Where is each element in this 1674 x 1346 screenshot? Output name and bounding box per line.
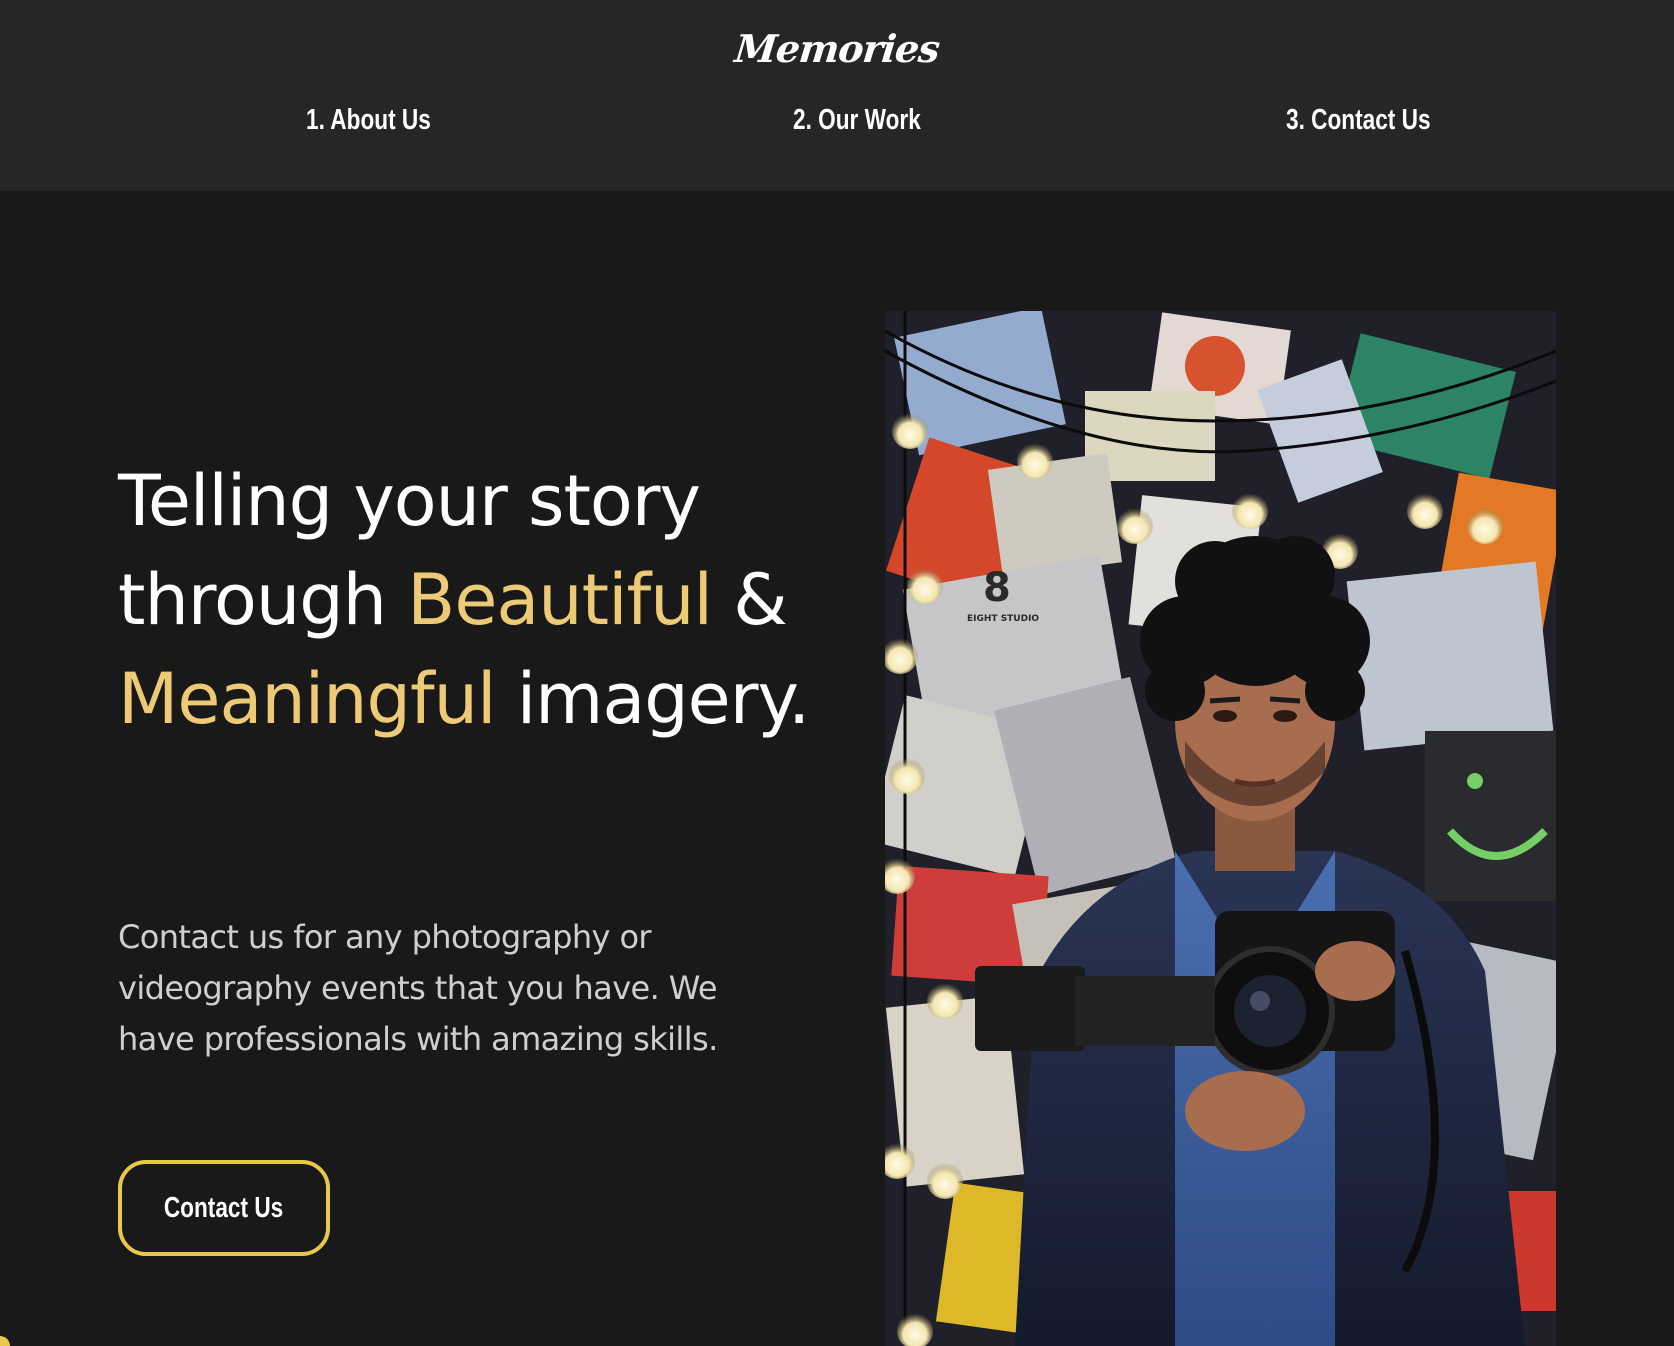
site-header: Memories 1. About Us 2. Our Work 3. Cont…: [0, 0, 1674, 191]
nav-link-about-us[interactable]: 1. About Us: [306, 104, 431, 137]
hero-description: Contact us for any photography or videog…: [118, 918, 718, 1058]
hero-title-accent-beautiful: Beautiful: [407, 559, 713, 641]
corner-accent: [0, 1336, 10, 1346]
contact-us-button[interactable]: Contact Us: [118, 1160, 330, 1256]
hero-title-text: &: [712, 559, 788, 641]
hero-photo: 8 EIGHT STUDIO: [885, 311, 1556, 1346]
nav-link-contact-us[interactable]: 3. Contact Us: [1286, 104, 1431, 137]
page: Memories 1. About Us 2. Our Work 3. Cont…: [0, 0, 1674, 1346]
hero-title: Telling your story through Beautiful & M…: [118, 452, 818, 749]
watermark-text: EIGHT STUDIO: [967, 614, 1039, 624]
logo[interactable]: Memories: [0, 26, 1674, 71]
hero-title-text: imagery.: [495, 658, 811, 740]
hero-title-accent-meaningful: Meaningful: [118, 658, 496, 740]
contact-us-button-label: Contact Us: [164, 1191, 284, 1224]
watermark-digit: 8: [983, 565, 1011, 611]
nav-link-our-work[interactable]: 2. Our Work: [793, 104, 921, 137]
hero-photo-illustration: 8 EIGHT STUDIO: [885, 311, 1556, 1346]
